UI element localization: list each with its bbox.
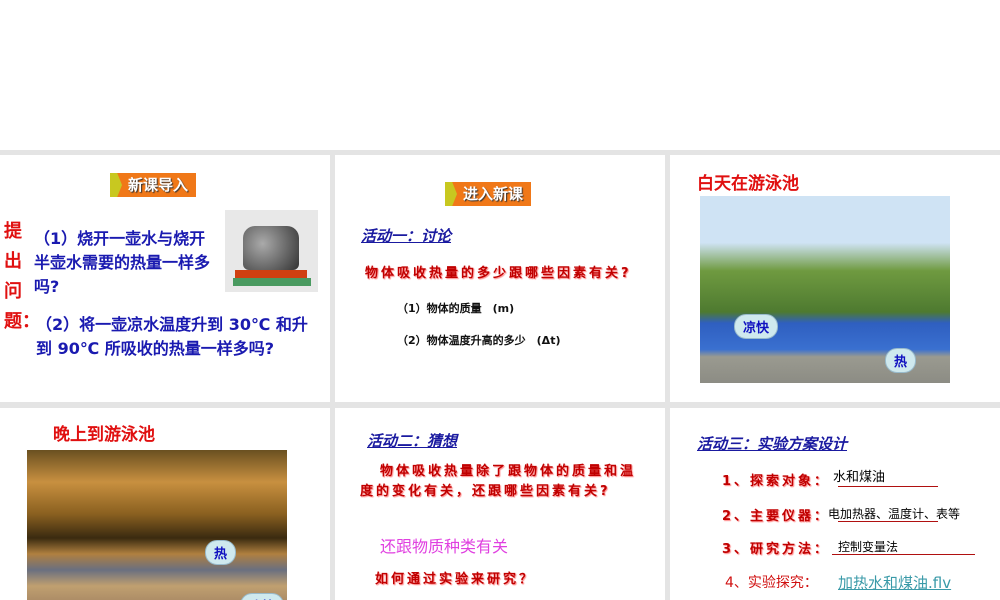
slide-day-pool[interactable]: 白天在游泳池 凉快 热	[670, 155, 1000, 402]
answer-line	[838, 521, 938, 522]
answer-line	[832, 554, 975, 555]
night-pool-title: 晚上到游泳池	[53, 425, 155, 445]
research-prompt: 如何通过实验来研究？	[375, 572, 536, 587]
factor-2: （2）物体温度升高的多少 (Δt)	[397, 334, 561, 347]
kettle-image	[225, 210, 318, 292]
item-2-label: 2、主要仪器：	[722, 509, 831, 524]
item-1-value: 水和煤油	[833, 470, 886, 485]
item-3-label: 3、研究方法：	[722, 542, 831, 557]
side-char: 提	[4, 221, 22, 242]
activity-2-question: 物体吸收热量除了跟物体的质量和温度的变化有关，还跟哪些因素有关?	[360, 464, 637, 499]
side-label: 提 出 问 题：	[4, 217, 40, 337]
factor-1: （1）物体的质量 (m)	[397, 302, 515, 315]
slide-grid: 新课导入 提 出 问 题： （1）烧开一壶水与烧开半壶水需要的热量一样多吗? （…	[0, 150, 1000, 600]
item-4-label: 4、实验探究：	[725, 575, 818, 591]
kettle-icon	[243, 226, 299, 270]
activity-2-title: 活动二：猜想	[367, 432, 458, 450]
bubble-cool: 凉快	[240, 593, 285, 600]
bubble-hot: 热	[205, 540, 237, 565]
bubble-cool: 凉快	[734, 314, 779, 339]
activity-1-title: 活动一：讨论	[361, 227, 452, 245]
side-char: 题：	[4, 311, 40, 332]
slide-night-pool[interactable]: 晚上到游泳池 热 凉快	[0, 408, 330, 600]
hypothesis-answer: 还跟物质种类有关	[380, 537, 509, 556]
activity-3-title: 活动三：实验方案设计	[697, 435, 848, 453]
side-char: 出	[4, 251, 22, 272]
new-lesson-banner: 进入新课	[445, 182, 532, 206]
slide-new-lesson[interactable]: 进入新课 活动一：讨论 物体吸收热量的多少跟哪些因素有关? （1）物体的质量 (…	[335, 155, 665, 402]
item-3-value: 控制变量法	[838, 540, 899, 554]
slide-experiment-design[interactable]: 活动三：实验方案设计 1、探索对象： 水和煤油 2、主要仪器： 电加热器、温度计…	[670, 408, 1000, 600]
question-1: （1）烧开一壶水与烧开半壶水需要的热量一样多吗?	[34, 229, 211, 296]
video-link[interactable]: 加热水和煤油.flv	[838, 572, 951, 593]
item-2-value: 电加热器、温度计、表等	[828, 507, 961, 521]
intro-banner: 新课导入	[110, 173, 197, 197]
slide-hypothesis[interactable]: 活动二：猜想 物体吸收热量除了跟物体的质量和温度的变化有关，还跟哪些因素有关? …	[335, 408, 665, 600]
bubble-hot: 热	[885, 348, 917, 373]
item-1-label: 1、探索对象：	[722, 474, 831, 489]
activity-1-question: 物体吸收热量的多少跟哪些因素有关?	[365, 266, 632, 281]
answer-line	[838, 486, 938, 487]
question-2: （2）将一壶凉水温度升到 30℃ 和升到 90℃ 所吸收的热量一样多吗?	[36, 315, 308, 358]
stove-base	[233, 278, 311, 286]
day-pool-title: 白天在游泳池	[697, 174, 799, 194]
night-pool-image	[27, 450, 287, 600]
slide-intro[interactable]: 新课导入 提 出 问 题： （1）烧开一壶水与烧开半壶水需要的热量一样多吗? （…	[0, 155, 330, 402]
flame-icon	[235, 270, 307, 278]
side-char: 问	[4, 281, 22, 302]
